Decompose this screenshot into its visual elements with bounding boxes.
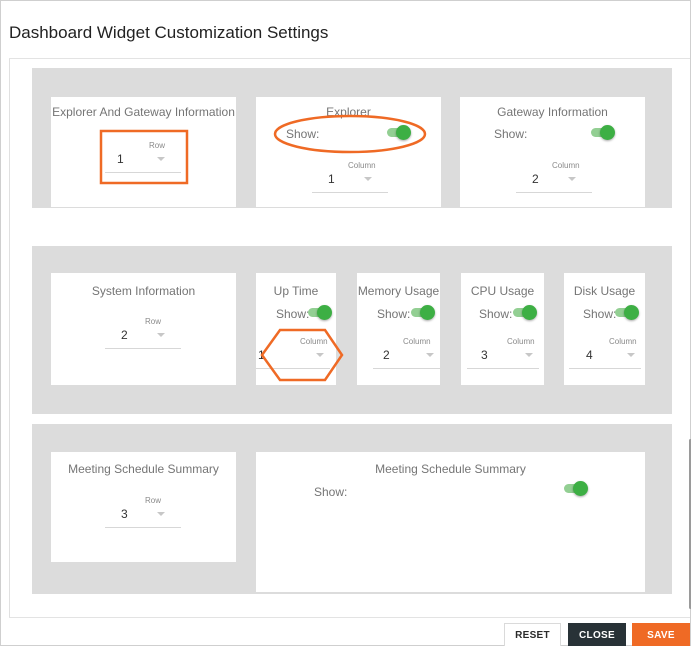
row-select[interactable]: Row 2 (105, 317, 181, 349)
show-label: Show: (276, 307, 310, 321)
row-select-value: 2 (121, 328, 128, 342)
column-select[interactable]: Column 2 (516, 161, 592, 193)
chevron-down-icon (364, 177, 372, 181)
cpu-usage-card: CPU Usage Show: Column 3 (461, 273, 544, 385)
toggle-knob (600, 125, 615, 140)
row-select[interactable]: Row 1 (105, 141, 181, 173)
column-select-value: 2 (532, 172, 539, 186)
row-3-section: Meeting Schedule Summary Row 3 Meeting S… (32, 424, 672, 594)
toggle-knob (624, 305, 639, 320)
chevron-down-icon (157, 157, 165, 161)
chevron-down-icon (426, 353, 434, 357)
column-select[interactable]: Column 3 (467, 337, 539, 369)
explorer-card: Explorer Show: Column 1 (256, 97, 441, 207)
dialog-title: Dashboard Widget Customization Settings (9, 23, 329, 42)
chevron-down-icon (525, 353, 533, 357)
column-select-value: 2 (383, 348, 390, 362)
gateway-information-card: Gateway Information Show: Column 2 (460, 97, 645, 207)
toggle-knob (573, 481, 588, 496)
row-select-label: Row (145, 496, 162, 505)
up-time-show-toggle[interactable] (307, 305, 333, 321)
chevron-down-icon (316, 353, 324, 357)
column-select-label: Column (609, 337, 637, 346)
toggle-knob (317, 305, 332, 320)
column-select-value: 1 (258, 348, 265, 362)
column-select-label: Column (300, 337, 328, 346)
toggle-knob (522, 305, 537, 320)
column-select-value: 3 (481, 348, 488, 362)
card-title: Meeting Schedule Summary (68, 462, 219, 476)
row-1-section: Explorer And Gateway Information Row 1 E… (32, 68, 672, 208)
chevron-down-icon (627, 353, 635, 357)
card-title: Up Time (273, 284, 319, 298)
show-label: Show: (314, 485, 348, 499)
card-title: Explorer And Gateway Information (52, 105, 235, 119)
save-button[interactable]: SAVE (632, 623, 690, 646)
show-label: Show: (479, 307, 513, 321)
card-title: Gateway Information (497, 105, 608, 119)
chevron-down-icon (568, 177, 576, 181)
row-select-value: 1 (117, 152, 124, 166)
column-select[interactable]: Column 2 (373, 337, 440, 369)
show-label: Show: (286, 127, 320, 141)
system-information-group-card: System Information Row 2 (51, 273, 236, 385)
cpu-show-toggle[interactable] (512, 305, 538, 321)
gateway-show-toggle[interactable] (590, 125, 616, 141)
column-select[interactable]: Column 1 (312, 161, 388, 193)
settings-scroll-area[interactable]: Explorer And Gateway Information Row 1 E… (9, 59, 691, 617)
memory-usage-card: Memory Usage Show: Column 2 (357, 273, 440, 385)
show-label: Show: (494, 127, 528, 141)
up-time-card: Up Time Show: Column 1 (256, 273, 336, 385)
card-title: System Information (91, 284, 196, 298)
explorer-show-toggle[interactable] (386, 125, 412, 141)
toggle-knob (396, 125, 411, 140)
row-2-section: System Information Row 2 Up Time Show: C… (32, 246, 672, 414)
show-label: Show: (583, 307, 617, 321)
meeting-schedule-card: Meeting Schedule Summary Show: (256, 452, 645, 592)
column-select-value: 1 (328, 172, 335, 186)
footer-divider (9, 617, 690, 618)
explorer-gateway-group-card: Explorer And Gateway Information Row 1 (51, 97, 236, 207)
column-select[interactable]: Column 1 (256, 337, 330, 369)
row-select[interactable]: Row 3 (105, 496, 181, 528)
card-title: Disk Usage (573, 284, 636, 298)
chevron-down-icon (157, 333, 165, 337)
card-title: Explorer (326, 105, 371, 119)
close-button[interactable]: CLOSE (568, 623, 626, 646)
meeting-show-toggle[interactable] (563, 481, 589, 497)
card-title: CPU Usage (470, 284, 535, 298)
disk-show-toggle[interactable] (614, 305, 640, 321)
disk-usage-card: Disk Usage Show: Column 4 (564, 273, 645, 385)
row-select-value: 3 (121, 507, 128, 521)
column-select-label: Column (348, 161, 376, 170)
row-select-label: Row (145, 317, 162, 326)
reset-button[interactable]: RESET (504, 623, 561, 646)
widget-customization-dialog: Dashboard Widget Customization Settings … (0, 0, 691, 646)
toggle-knob (420, 305, 435, 320)
column-select-label: Column (403, 337, 431, 346)
column-select[interactable]: Column 4 (569, 337, 641, 369)
column-select-value: 4 (586, 348, 593, 362)
row-select-label: Row (149, 141, 166, 150)
show-label: Show: (377, 307, 411, 321)
memory-show-toggle[interactable] (410, 305, 436, 321)
column-select-label: Column (507, 337, 535, 346)
meeting-schedule-group-card: Meeting Schedule Summary Row 3 (51, 452, 236, 562)
column-select-label: Column (552, 161, 580, 170)
chevron-down-icon (157, 512, 165, 516)
card-title: Meeting Schedule Summary (375, 462, 526, 476)
card-title: Memory Usage (357, 284, 440, 298)
